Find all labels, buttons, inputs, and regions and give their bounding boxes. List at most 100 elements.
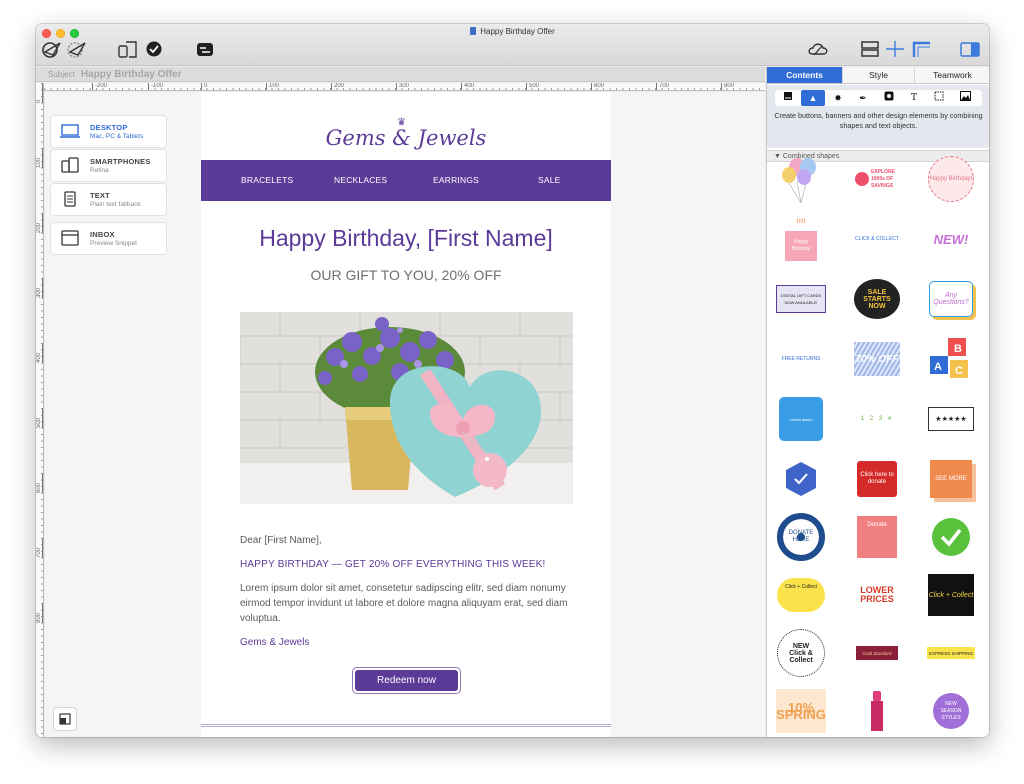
shape-any-questions[interactable]: Any Questions? bbox=[925, 273, 977, 325]
shape-text: 70% OFF bbox=[854, 342, 900, 376]
nav-sale[interactable]: SALE bbox=[538, 160, 561, 201]
shape-text: Happy Birthday bbox=[785, 231, 817, 261]
shape-click-collect-yellow[interactable]: Click + Collect bbox=[775, 569, 827, 621]
canvas-corner-button[interactable] bbox=[54, 708, 76, 730]
email-preview[interactable]: ♛ Gems & Jewels BRACELETS NECKLACES EARR… bbox=[201, 92, 611, 737]
ruler-tick-label: 400 bbox=[36, 343, 43, 363]
ruler-tick-label: 100 bbox=[36, 148, 43, 168]
device-desktop[interactable]: DESKTOP Mac, PC & Tablets bbox=[51, 116, 166, 147]
shape-steps[interactable]: 1 2 3 4 bbox=[851, 393, 903, 445]
tab-style[interactable]: Style bbox=[842, 67, 914, 84]
shape-explore-badge[interactable]: EXPLORE 1000s OF SAVINGS bbox=[851, 153, 903, 205]
shape-sale-starts-now[interactable]: SALE STARTS NOW bbox=[851, 273, 903, 325]
email-nav-bar[interactable]: BRACELETS NECKLACES EARRINGS SALE bbox=[201, 160, 611, 201]
ruler-tick-label: 800 bbox=[721, 83, 734, 90]
shape-ten-percent[interactable]: 10% SPRING bbox=[775, 685, 827, 737]
device-subtitle: Preview Snippet bbox=[90, 240, 137, 247]
email-greeting[interactable]: Dear [First Name], bbox=[240, 535, 322, 546]
rulers-icon[interactable] bbox=[910, 40, 932, 60]
preview-devices-icon[interactable] bbox=[116, 40, 140, 60]
ruler-tick-label: 200 bbox=[36, 213, 43, 233]
subject-bar[interactable]: Subject Happy Birthday Offer bbox=[36, 67, 765, 82]
shape-quote-bubble[interactable]: Lorem ipsum bbox=[775, 393, 827, 445]
layout-icon[interactable] bbox=[859, 40, 881, 60]
image-icon[interactable] bbox=[778, 90, 798, 106]
hero-image[interactable] bbox=[240, 312, 573, 504]
send-email-icon[interactable] bbox=[64, 40, 88, 60]
redeem-button[interactable]: Redeem now bbox=[352, 667, 461, 694]
shape-express-shipping[interactable]: EXPRESS SHIPPING bbox=[925, 627, 977, 679]
shape-birthday-cake[interactable]: ıııı Happy Birthday bbox=[775, 213, 827, 265]
design-canvas[interactable]: DESKTOP Mac, PC & Tablets SMARTPHONES Re… bbox=[45, 92, 765, 737]
shape-abc-blocks[interactable]: BA C bbox=[925, 333, 977, 385]
device-subtitle: Plain text fallback bbox=[90, 201, 141, 208]
ruler-tick-label: 0 bbox=[36, 83, 43, 103]
shape-gift-card-ticket[interactable]: DIGITAL GIFT CARDS NOW AVAILABLE! bbox=[775, 273, 827, 325]
picture-icon[interactable] bbox=[955, 90, 975, 106]
shape-see-more[interactable]: SEE MORE bbox=[925, 453, 977, 505]
device-inbox[interactable]: INBOX Preview Snippet bbox=[51, 223, 166, 254]
shape-click-collect-black[interactable]: Click + Collect bbox=[925, 569, 977, 621]
email-logo[interactable]: Gems & Jewels bbox=[201, 126, 611, 150]
shape-new-burst[interactable]: NEW! bbox=[925, 213, 977, 265]
block-letter: C bbox=[955, 365, 963, 377]
shape-click-to-donate[interactable]: Click here to donate bbox=[851, 453, 903, 505]
shape-click-collect-small[interactable]: CLICK & COLLECT bbox=[851, 213, 903, 265]
email-body-text[interactable]: Lorem ipsum dolor sit amet, consetetur s… bbox=[240, 581, 580, 626]
ruler-tick-label: 500 bbox=[526, 83, 539, 90]
shape-lower-prices[interactable]: LOWER PRICES bbox=[851, 569, 903, 621]
pen-icon[interactable]: ✒ bbox=[853, 90, 873, 106]
text-icon[interactable]: T bbox=[904, 90, 924, 106]
shape-text: SALE STARTS NOW bbox=[854, 279, 900, 319]
ruler-tick-label: 400 bbox=[461, 83, 474, 90]
redeem-button-label: Redeem now bbox=[355, 670, 458, 691]
shape-text: Click + Collect bbox=[777, 578, 825, 612]
burst-icon[interactable]: ✸ bbox=[828, 90, 848, 106]
check-icon[interactable] bbox=[144, 40, 164, 60]
shape-balloons[interactable] bbox=[775, 153, 827, 205]
shape-hex-badge[interactable] bbox=[775, 453, 827, 505]
right-panel: Contents Style Teamwork ▲ ✸ ✒ T Create b… bbox=[766, 67, 989, 737]
guides-icon[interactable] bbox=[884, 40, 906, 60]
nav-bracelets[interactable]: BRACELETS bbox=[241, 160, 293, 201]
ruler-tick-label: -100 bbox=[148, 83, 163, 90]
shape-text: ★★★★★ bbox=[928, 407, 974, 431]
device-subtitle: Retina bbox=[90, 167, 109, 174]
shape-happy-birthday-circle[interactable]: Happy Birthday! bbox=[925, 153, 977, 205]
ruler-tick-label: 600 bbox=[591, 83, 604, 90]
shape-check-circle[interactable] bbox=[925, 511, 977, 563]
ruler-tick-label: 600 bbox=[36, 473, 43, 493]
device-smartphones[interactable]: SMARTPHONES Retina bbox=[51, 150, 166, 181]
email-headline[interactable]: Happy Birthday, [First Name] bbox=[201, 225, 611, 252]
document-icon bbox=[470, 27, 477, 35]
shape-gold-standard[interactable]: Gold Standard bbox=[851, 627, 903, 679]
email-highlight[interactable]: HAPPY BIRTHDAY — GET 20% OFF EVERYTHING … bbox=[240, 559, 545, 570]
tab-contents[interactable]: Contents bbox=[767, 67, 842, 84]
shape-text: CLICK & COLLECT bbox=[855, 235, 899, 242]
email-signature[interactable]: Gems & Jewels bbox=[240, 637, 309, 648]
shape-lipstick[interactable] bbox=[851, 685, 903, 737]
subject-label: Subject bbox=[48, 70, 75, 79]
shape-new-season[interactable]: NEW SEASON STYLES bbox=[925, 685, 977, 737]
nav-earrings[interactable]: EARRINGS bbox=[433, 160, 479, 201]
shape-icon[interactable]: ▲ bbox=[801, 90, 825, 106]
cloud-icon[interactable] bbox=[806, 40, 830, 60]
tab-teamwork[interactable]: Teamwork bbox=[914, 67, 989, 84]
inbox-test-icon[interactable] bbox=[193, 40, 217, 60]
selection-icon[interactable] bbox=[929, 90, 949, 106]
shape-click-collect-stamp[interactable]: NEW Click & Collect bbox=[775, 627, 827, 679]
send-test-icon[interactable] bbox=[40, 40, 64, 60]
shape-free-returns[interactable]: FREE RETURNS bbox=[775, 333, 827, 385]
shape-five-stars[interactable]: ★★★★★ bbox=[925, 393, 977, 445]
sidebar-toggle-icon[interactable] bbox=[958, 40, 982, 60]
device-text[interactable]: TEXT Plain text fallback bbox=[51, 184, 166, 215]
shape-seventy-off[interactable]: 70% OFF bbox=[851, 333, 903, 385]
shape-donate-gift[interactable]: Donate bbox=[851, 511, 903, 563]
nav-necklaces[interactable]: NECKLACES bbox=[334, 160, 387, 201]
shape-text: NEW! bbox=[933, 231, 969, 247]
email-subheadline[interactable]: OUR GIFT TO YOU, 20% OFF bbox=[201, 267, 611, 283]
rounded-square-icon[interactable] bbox=[879, 90, 899, 106]
shape-donate-here[interactable]: DONATE HERE bbox=[775, 511, 827, 563]
subject-value[interactable]: Happy Birthday Offer bbox=[81, 69, 182, 80]
shape-text: NEW SEASON STYLES bbox=[933, 693, 969, 729]
